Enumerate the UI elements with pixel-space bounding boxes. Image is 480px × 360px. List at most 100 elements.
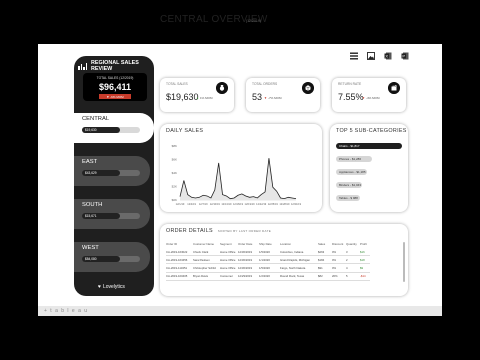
svg-text:P: P	[402, 54, 405, 59]
kpi-change: ▼ -7% MOM	[264, 96, 282, 100]
kpi-change: ▼ -4% MOM	[362, 96, 380, 100]
region-sales-pill: $15,671	[82, 213, 120, 219]
region-south[interactable]: SOUTH $15,671	[74, 199, 150, 229]
table-cell: Home Office	[220, 255, 238, 265]
table-cell: 0%	[332, 263, 346, 273]
table-cell: Home Office	[220, 248, 238, 257]
table-cell: 4	[346, 263, 360, 273]
region-name: WEST	[82, 245, 99, 251]
daily-sales-line[interactable]	[179, 158, 297, 200]
x-tick-label: 12/10/19	[210, 202, 221, 206]
tableau-footer: + t a b l e a u	[38, 306, 442, 316]
table-cell: Sara Paulsen	[193, 255, 220, 265]
top5-title: TOP 5 SUB-CATEGORIES	[336, 128, 407, 134]
table-cell: Columbus, Indiana	[280, 248, 318, 257]
down-arrow-icon: ▼	[264, 96, 267, 100]
table-cell: Fargo, North Dakota	[280, 263, 318, 273]
region-west[interactable]: WEST $84,080	[74, 242, 150, 272]
table-cell: 12/29/2019	[238, 272, 259, 281]
table-cell: 12/30/2019	[238, 263, 259, 273]
table-row[interactable]: CA-2019-113451 Christopher Schild Home Off…	[166, 263, 370, 273]
order-details-subtitle: SORTED BY LAST ORDER DATE	[217, 229, 272, 233]
subcategory-bar[interactable]: Phones - $1,286	[336, 156, 373, 162]
daily-sales-chart: $8K$6K$4K$2K$0K12/1/19 12/4/19 12/7/19 12/1…	[172, 144, 302, 206]
subcategory-label: Phones - $1,286	[339, 156, 362, 161]
subcategory-label: Appliances - $1,185	[339, 169, 366, 174]
y-tick-label: $2K	[172, 185, 177, 189]
table-cell: -$14	[360, 272, 370, 281]
subcategory-bar[interactable]: Binders - $1,043	[336, 182, 363, 188]
table-cell: 0%	[332, 255, 346, 265]
region-sales-pill: $19,630	[82, 127, 120, 133]
kpi-title: TOTAL ORDERS	[252, 82, 278, 86]
x-tick-label: 12/22/19	[256, 202, 267, 206]
subcategory-bar[interactable]: Chairs - $1,817	[336, 143, 402, 149]
y-tick-label: $8K	[172, 144, 177, 148]
table-cell: $184	[318, 255, 332, 265]
region-sales-pill: $84,080	[82, 256, 120, 262]
table-cell: 2	[346, 255, 360, 265]
region-east[interactable]: EAST $43,629	[74, 156, 150, 186]
sidebar: REGIONAL SALES REVIEW TOTAL SALES (12/20…	[74, 56, 154, 296]
subcategory-bar[interactable]: Appliances - $1,185	[336, 169, 368, 175]
kpi-title: RETURN RATE	[338, 82, 362, 86]
order-details-title: ORDER DETAILS SORTED BY LAST ORDER DATE	[166, 228, 272, 234]
total-sales-value: $96,411	[98, 82, 132, 92]
table-cell: $16	[360, 248, 370, 257]
table-cell: Chuck Clark	[193, 248, 220, 257]
table-cell: CA-2019-100405	[166, 272, 193, 281]
x-tick-label: 12/25/19	[268, 202, 279, 206]
table-cell: Round Rock, Texas	[280, 272, 318, 281]
table-cell: 1/5/2020	[259, 248, 280, 257]
kpi-change: ▲ 1% MOM	[196, 96, 213, 100]
table-cell: $263	[318, 248, 332, 257]
table-cell: 20%	[332, 272, 346, 281]
region-sales-pill: $43,629	[82, 170, 120, 176]
table-cell: Consumer	[220, 272, 238, 281]
table-cell: 1/5/2020	[259, 263, 280, 273]
table-row[interactable]: CA-2019-163456 Sara Paulsen Home Office 12/…	[166, 255, 370, 265]
region-central[interactable]: CENTRAL $19,630	[74, 113, 154, 143]
bar-chart-icon	[78, 62, 87, 70]
region-name: EAST	[82, 159, 98, 165]
table-cell: $91	[318, 263, 332, 273]
table-row[interactable]: CA-2019-100405 Bryan Davis Consumer 12/29/2…	[166, 272, 370, 281]
money-bag-icon	[216, 82, 228, 94]
kpi-return-rate: RETURN RATE 7.55% ▼ -4% MOM	[332, 78, 406, 112]
x-tick-label: 12/19/19	[245, 202, 256, 206]
image-icon[interactable]	[367, 52, 375, 60]
kpi-title: TOTAL SALES	[166, 82, 188, 86]
region-name: SOUTH	[82, 202, 103, 208]
kpi-total-sales: TOTAL SALES $19,630 ▲ 1% MOM	[160, 78, 234, 112]
total-sales-card: TOTAL SALES (12/2019) $96,411 ▼ -6% MOM	[83, 73, 147, 101]
kpi-total-orders: TOTAL ORDERS 53 ▼ -7% MOM	[246, 78, 320, 112]
x-tick-label: 12/1/19	[176, 202, 185, 206]
table-cell: 12/30/2019	[238, 248, 259, 257]
daily-sales-panel: DAILY SALES $8K $6K $4K $2K $0K 12/1/19 12/4/1…	[160, 124, 322, 212]
order-details-panel: ORDER DETAILS SORTED BY LAST ORDER DATE …	[160, 224, 408, 296]
vertical-scrollbar[interactable]	[403, 242, 405, 282]
region-name: CENTRAL	[82, 116, 110, 122]
heart-icon: ♥	[98, 284, 101, 290]
subcategory-label: Chairs - $1,817	[339, 143, 360, 148]
table-cell: $82	[318, 272, 332, 281]
svg-text:X: X	[385, 54, 388, 59]
table-row[interactable]: CA-2019-163022 Chuck Clark Home Office 12/3…	[166, 248, 370, 257]
table-cell: Bryan Davis	[193, 272, 220, 281]
page-timeframe: (12/2019)	[246, 19, 261, 23]
top5-panel: TOP 5 SUB-CATEGORIES Chairs - $1,817 Phon…	[330, 124, 408, 212]
x-tick-label: 12/7/19	[199, 202, 208, 206]
subcategory-bar[interactable]: Tables - $ 988	[336, 195, 360, 201]
table-cell: CA-2019-163022	[166, 248, 193, 257]
kpi-value: $19,630	[166, 92, 199, 102]
powerpoint-icon[interactable]: P	[401, 52, 409, 60]
total-sales-change-badge: ▼ -6% MOM	[99, 94, 131, 99]
table-cell: 12/30/2019	[238, 255, 259, 265]
table-cell: Home Office	[220, 263, 238, 273]
total-sales-label: TOTAL SALES (12/2019)	[96, 76, 134, 80]
y-tick-label: $6K	[172, 158, 177, 162]
table-icon[interactable]	[350, 52, 358, 60]
excel-icon[interactable]: X	[384, 52, 392, 60]
table-cell: 1/2/2020	[259, 272, 280, 281]
table-cell: 0%	[332, 248, 346, 257]
